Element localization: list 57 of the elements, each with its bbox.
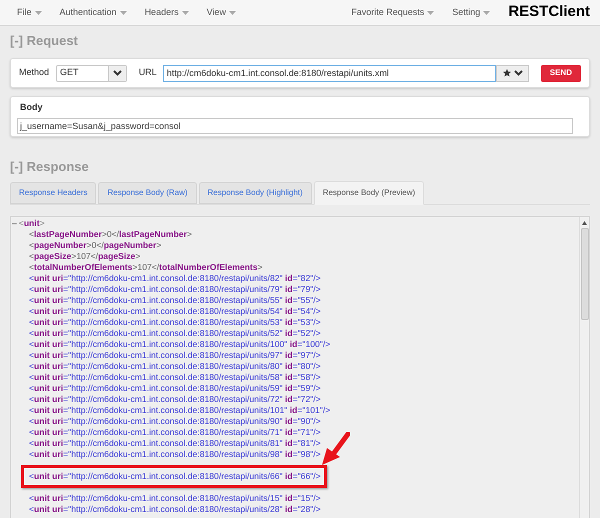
menu-item[interactable]: Headers [144, 6, 189, 20]
body-title: Body [20, 102, 44, 113]
caret-icon [120, 10, 127, 14]
xml-line: <unit uri="http://cm6doku-cm1.int.consol.de:8180/restapi/units/15" id="15"/> [29, 493, 321, 504]
url-label: URL [138, 66, 157, 80]
caret-icon [483, 10, 490, 14]
xml-line: <unit uri="http://cm6doku-cm1.int.consol.de:8180/restapi/units/66" id="66"/> [29, 471, 321, 482]
caret-icon [34, 10, 42, 14]
menu-item[interactable]: File [17, 6, 42, 20]
menu-item[interactable]: Favorite Requests [351, 6, 434, 20]
menu-item[interactable]: View [206, 6, 236, 20]
xml-line: <unit uri="http://cm6doku-cm1.int.consol.de:8180/restapi/units/72" id="72"/> [29, 394, 321, 405]
scrollbar[interactable] [579, 217, 589, 518]
star-icon [502, 69, 511, 77]
xml-line: <pageNumber>0</pageNumber> [29, 240, 162, 251]
xml-line: <unit uri="http://cm6doku-cm1.int.consol.de:8180/restapi/units/71" id="71"/> [29, 427, 321, 438]
xml-line: <unit uri="http://cm6doku-cm1.int.consol.de:8180/restapi/units/54" id="54"/> [29, 306, 321, 317]
app-title: RESTClient [508, 2, 590, 22]
favorite-button[interactable] [496, 64, 529, 82]
xml-line: <pageSize>107</pageSize> [29, 251, 140, 262]
scroll-thumb[interactable] [580, 228, 588, 320]
menu-item[interactable]: Authentication [60, 6, 127, 20]
xml-line: <unit uri="http://cm6doku-cm1.int.consol.de:8180/restapi/units/101" id="101"/> [29, 405, 330, 416]
xml-line: <unit uri="http://cm6doku-cm1.int.consol.de:8180/restapi/units/100" id="100"/> [29, 339, 330, 350]
tab[interactable]: Response Headers [10, 182, 96, 204]
tab[interactable]: Response Body (Highlight) [198, 182, 312, 204]
chevron-icon [514, 70, 523, 76]
xml-line: <unit uri="http://cm6doku-cm1.int.consol.de:8180/restapi/units/80" id="80"/> [29, 361, 321, 372]
xml-line: <lastPageNumber>0</lastPageNumber> [29, 229, 192, 240]
xml-line: <unit uri="http://cm6doku-cm1.int.consol.de:8180/restapi/units/98" id="98"/> [29, 449, 321, 460]
xml-line: <totalNumberOfElements>107</totalNumberOfElements> [29, 262, 263, 273]
xml-line: <unit uri="http://cm6doku-cm1.int.consol.de:8180/restapi/units/53" id="53"/> [29, 317, 321, 328]
collapse-toggle[interactable]: – [12, 218, 17, 229]
xml-line: <unit uri="http://cm6doku-cm1.int.consol.de:8180/restapi/units/55" id="55"/> [29, 295, 321, 306]
caret-icon [228, 10, 236, 14]
xml-line: <unit uri="http://cm6doku-cm1.int.consol.de:8180/restapi/units/52" id="52"/> [29, 328, 321, 339]
xml-line: <unit> [18, 218, 45, 229]
xml-line: <unit uri="http://cm6doku-cm1.int.consol.de:8180/restapi/units/28" id="28"/> [29, 504, 321, 515]
url-field[interactable]: http://cm6doku-cm1.int.consol.de:8180/restapi/units.xml [162, 64, 496, 82]
xml-line: <unit uri="http://cm6doku-cm1.int.consol.de:8180/restapi/units/82" id="82"/> [29, 273, 321, 284]
scroll-up-icon[interactable] [582, 221, 587, 225]
caret-icon [427, 10, 434, 14]
method-select[interactable]: GET [56, 64, 127, 82]
xml-line: <unit uri="http://cm6doku-cm1.int.consol.de:8180/restapi/units/79" id="79"/> [29, 284, 321, 295]
tab[interactable]: Response Body (Raw) [98, 182, 197, 204]
chevron-icon [112, 70, 122, 76]
send-button[interactable]: SEND [540, 64, 581, 82]
xml-line: <unit uri="http://cm6doku-cm1.int.consol.de:8180/restapi/units/81" id="81"/> [29, 438, 321, 449]
tab[interactable]: Response Body (Preview) [314, 181, 424, 205]
method-label: Method [19, 66, 50, 80]
xml-line: <unit uri="http://cm6doku-cm1.int.consol.de:8180/restapi/units/97" id="97"/> [29, 350, 321, 361]
xml-line: <unit uri="http://cm6doku-cm1.int.consol.de:8180/restapi/units/58" id="58"/> [29, 372, 321, 383]
menu-item[interactable]: Setting [452, 6, 490, 20]
body-field[interactable]: j_username=Susan&j_password=consol [17, 118, 573, 134]
xml-line: <unit uri="http://cm6doku-cm1.int.consol.de:8180/restapi/units/90" id="90"/> [29, 416, 321, 427]
xml-line: <unit uri="http://cm6doku-cm1.int.consol.de:8180/restapi/units/59" id="59"/> [29, 383, 321, 394]
caret-icon [182, 10, 189, 14]
